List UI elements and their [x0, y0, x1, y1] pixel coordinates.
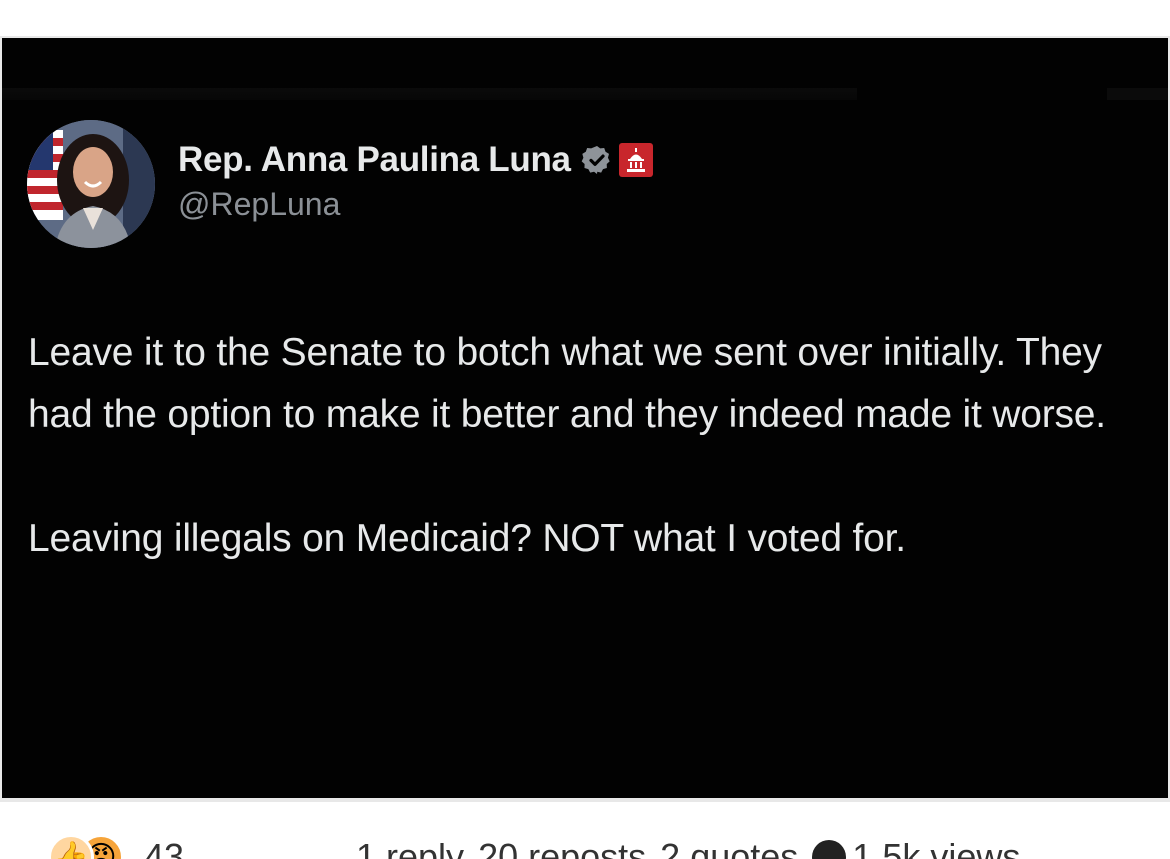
top-shadow-right [1107, 88, 1168, 100]
tweet-text: Leave it to the Senate to botch what we … [28, 322, 1148, 570]
replies-link[interactable]: 1 reply [356, 836, 464, 859]
views-icon [812, 840, 847, 859]
handle[interactable]: @RepLuna [178, 186, 653, 223]
reposts-link[interactable]: 20 reposts [478, 836, 646, 859]
top-shadow [2, 88, 857, 100]
views-count: 1.5k views [852, 836, 1021, 859]
post-stats: 1 reply 20 reposts 2 quotes 1.5k views [356, 836, 1034, 859]
tweet-author: Rep. Anna Paulina Luna @RepLuna [178, 138, 653, 223]
avatar-image [27, 120, 155, 248]
post-footer: 👍 😡 43 1 reply 20 reposts 2 quotes 1.5k … [0, 810, 1170, 859]
reaction-count: 43 [144, 836, 185, 859]
page: Rep. Anna Paulina Luna @RepLuna Leave it… [0, 0, 1170, 859]
tweet-card: Rep. Anna Paulina Luna @RepLuna Leave it… [2, 38, 1168, 798]
quotes-link[interactable]: 2 quotes [660, 836, 798, 859]
tweet-paragraph-2: Leaving illegals on Medicaid? NOT what I… [28, 517, 906, 560]
name-row: Rep. Anna Paulina Luna [178, 138, 653, 182]
verified-badge-icon [581, 146, 610, 174]
capitol-badge-icon [618, 143, 653, 177]
display-name[interactable]: Rep. Anna Paulina Luna [178, 140, 571, 180]
avatar[interactable] [27, 120, 155, 248]
tweet-paragraph-1: Leave it to the Senate to botch what we … [28, 331, 1106, 436]
reactions[interactable]: 👍 😡 43 [48, 834, 184, 859]
embedded-image[interactable]: Rep. Anna Paulina Luna @RepLuna Leave it… [0, 36, 1170, 802]
